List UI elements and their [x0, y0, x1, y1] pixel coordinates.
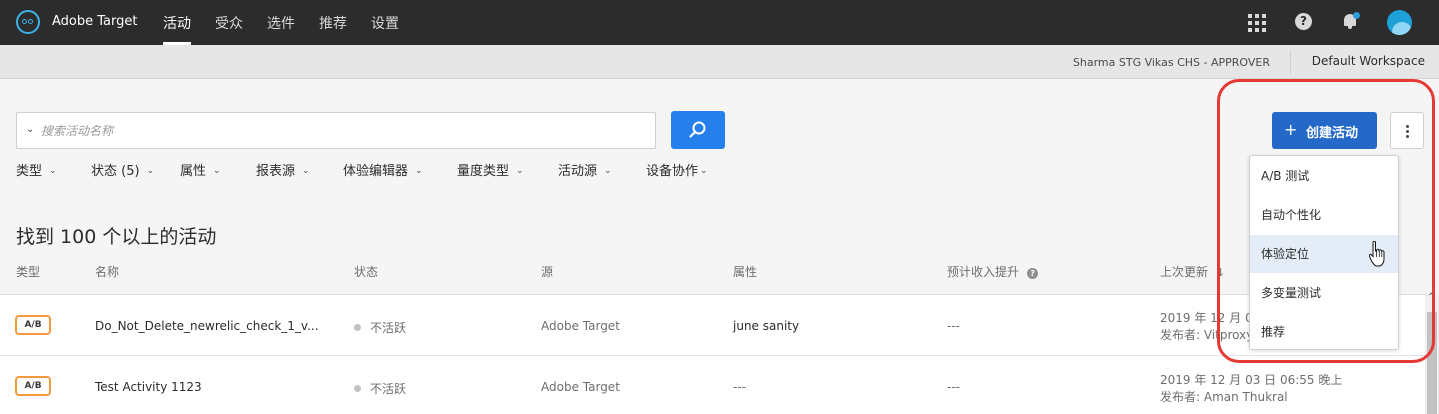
column-header-source[interactable]: 源	[541, 263, 553, 280]
plus-icon: +	[1284, 120, 1298, 139]
column-header-property[interactable]: 属性	[733, 263, 757, 280]
activity-status: 不活跃	[354, 380, 406, 397]
tab-activities[interactable]: 活动	[163, 13, 191, 33]
activity-last-updated: 2019 年 12 月 03 日 06:55 晚上 发布者: Aman Thuk…	[1160, 371, 1342, 405]
activity-name-link[interactable]: Do_Not_Delete_newrelic_check_1_v...	[95, 319, 319, 333]
chevron-down-icon: ⌄	[302, 166, 310, 176]
info-icon[interactable]: ?	[1027, 268, 1039, 279]
menu-item-multivariate-test[interactable]: 多变量测试	[1250, 274, 1398, 312]
updated-date: 2019 年 12 月 03 日 06:55 晚上	[1160, 373, 1343, 387]
activity-property: june sanity	[733, 319, 800, 333]
status-label: 不活跃	[370, 382, 407, 396]
chevron-down-icon: ⌄	[516, 166, 524, 176]
app-brand[interactable]: Adobe Target	[52, 14, 137, 29]
filter-label: 类型	[16, 164, 43, 179]
activity-name-link[interactable]: Test Activity 1123	[95, 380, 202, 394]
chevron-down-icon: ⌄	[415, 166, 423, 176]
more-vertical-icon	[1406, 125, 1409, 128]
column-header-label: 上次更新	[1160, 265, 1209, 279]
scrollbar-thumb[interactable]	[1427, 312, 1437, 414]
chevron-down-icon: ⌄	[213, 166, 221, 176]
filter-metric-type[interactable]: 量度类型 ⌄	[457, 160, 524, 179]
tab-audiences[interactable]: 受众	[215, 13, 243, 33]
filter-label: 量度类型	[457, 164, 510, 179]
activity-last-updated: 2019 年 12 月 04 发布者: Vitproxy	[1160, 309, 1260, 343]
filter-experience-composer[interactable]: 体验编辑器 ⌄	[343, 160, 423, 179]
filter-type[interactable]: 类型 ⌄	[16, 160, 57, 179]
filter-property[interactable]: 属性 ⌄	[180, 160, 221, 179]
create-activity-label: 创建活动	[1306, 126, 1359, 141]
filter-device-coop[interactable]: 设备协作 ⌄	[646, 160, 708, 179]
activities-table: A/B Do_Not_Delete_newrelic_check_1_v... …	[0, 294, 1439, 414]
more-options-button[interactable]	[1390, 112, 1424, 149]
divider	[1290, 50, 1291, 74]
filter-label: 活动源	[558, 164, 598, 179]
filter-reporting-source[interactable]: 报表源 ⌄	[256, 160, 310, 179]
activity-status: 不活跃	[354, 319, 406, 336]
row-divider	[0, 355, 1439, 356]
column-header-last-updated[interactable]: 上次更新 ↓	[1160, 263, 1225, 280]
menu-item-auto-personalization[interactable]: 自动个性化	[1250, 196, 1398, 234]
search-field: ⌄	[16, 112, 656, 149]
apps-grid-icon[interactable]	[1248, 14, 1266, 32]
user-role-label: Sharma STG Vikas CHS - APPROVER	[1072, 56, 1270, 69]
user-avatar[interactable]	[1387, 10, 1412, 35]
adobe-target-logo-icon[interactable]	[16, 10, 40, 34]
chevron-down-icon[interactable]: ⌄	[26, 124, 34, 135]
tab-offers[interactable]: 选件	[267, 13, 295, 33]
sort-descending-icon[interactable]: ↓	[1216, 266, 1225, 279]
scroll-up-icon[interactable]: ⌃	[1427, 292, 1435, 303]
activity-source: Adobe Target	[541, 319, 620, 333]
activity-type-badge: A/B	[15, 376, 51, 396]
status-dot	[354, 385, 361, 392]
help-icon[interactable]: ?	[1295, 13, 1312, 30]
updated-publisher: 发布者: Aman Thukral	[1160, 390, 1288, 404]
chevron-down-icon: ⌄	[49, 166, 57, 176]
search-icon	[689, 121, 706, 138]
status-label: 不活跃	[370, 321, 407, 335]
menu-item-recommendations[interactable]: 推荐	[1250, 313, 1398, 351]
updated-publisher: 发布者: Vitproxy	[1160, 328, 1254, 342]
activity-lift: ---	[947, 319, 960, 333]
column-header-status[interactable]: 状态	[354, 263, 378, 280]
column-header-name[interactable]: 名称	[95, 263, 119, 280]
status-dot	[354, 324, 361, 331]
notifications-bell-icon[interactable]	[1341, 12, 1361, 32]
chevron-down-icon: ⌄	[700, 166, 708, 176]
updated-date: 2019 年 12 月 04	[1160, 311, 1261, 325]
chevron-down-icon: ⌄	[604, 166, 612, 176]
filter-label: 体验编辑器	[343, 164, 409, 179]
top-nav: Adobe Target 活动 受众 选件 推荐 设置 ?	[0, 0, 1439, 45]
hand-cursor-icon	[1369, 241, 1385, 267]
filter-label: 属性	[180, 164, 207, 179]
workspace-selector[interactable]: Default Workspace	[1312, 54, 1425, 68]
filter-activity-source[interactable]: 活动源 ⌄	[558, 160, 612, 179]
tab-recommendations[interactable]: 推荐	[319, 13, 347, 33]
activity-property: ---	[733, 380, 746, 394]
column-header-type[interactable]: 类型	[16, 263, 40, 280]
column-header-estimated-lift[interactable]: 预计收入提升?	[947, 263, 1039, 280]
notification-dot	[1353, 12, 1360, 19]
search-button[interactable]	[671, 111, 725, 149]
filter-status[interactable]: 状态 (5) ⌄	[91, 160, 154, 179]
activity-lift: ---	[947, 380, 960, 394]
filter-label: 报表源	[256, 164, 296, 179]
filter-label: 状态 (5)	[91, 164, 140, 179]
activity-type-badge: A/B	[15, 315, 51, 335]
workspace-bar: Sharma STG Vikas CHS - APPROVER Default …	[0, 45, 1439, 79]
chevron-down-icon: ⌄	[146, 166, 155, 176]
search-input[interactable]	[41, 119, 641, 143]
activity-source: Adobe Target	[541, 380, 620, 394]
menu-item-ab-test[interactable]: A/B 测试	[1250, 157, 1398, 195]
create-activity-button[interactable]: + 创建活动	[1272, 112, 1377, 149]
tab-settings[interactable]: 设置	[371, 13, 399, 33]
results-count-title: 找到 100 个以上的活动	[16, 226, 217, 248]
filter-label: 设备协作	[646, 164, 699, 179]
column-header-label: 预计收入提升	[947, 265, 1020, 279]
